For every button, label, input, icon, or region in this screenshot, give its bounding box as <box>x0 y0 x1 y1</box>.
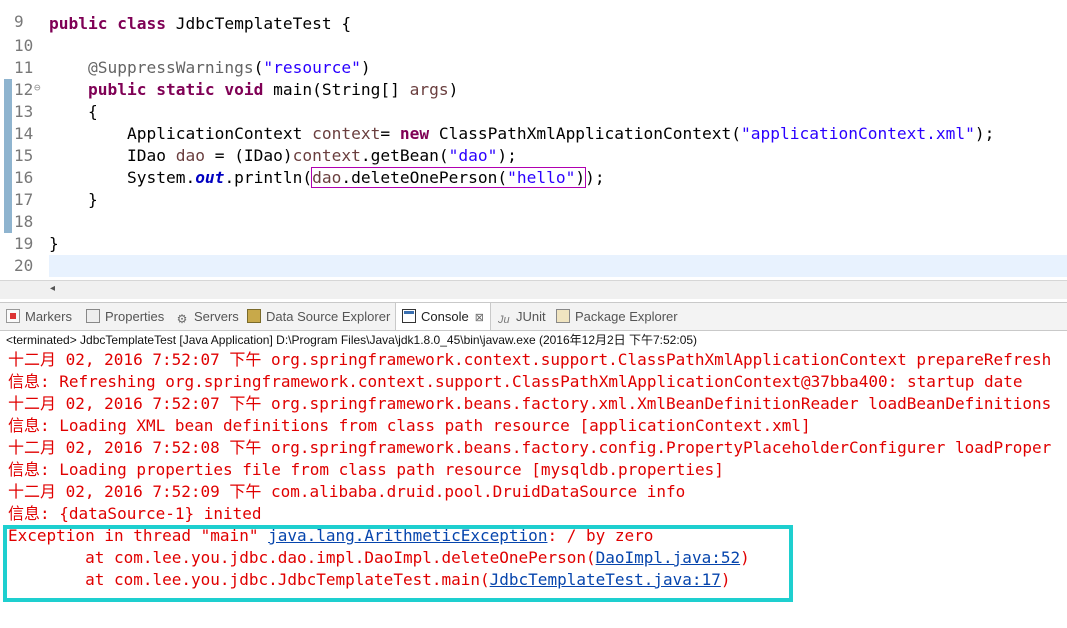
close-tab-icon[interactable]: ⊠ <box>475 312 484 324</box>
code-line[interactable]: 17 System.out.println(dao.deleteOnePerso… <box>0 167 1067 211</box>
console-line: 十二月 02, 2016 7:52:07 下午 org.springframew… <box>8 350 1052 369</box>
console-status-line: <terminated> JdbcTemplateTest [Java Appl… <box>6 333 698 347</box>
tab-label: Data Source Explorer <box>266 309 391 324</box>
code-line[interactable]: 16 IDao dao = (IDao)context.getBean("dao… <box>0 145 1067 189</box>
code-text: ApplicationContext context= new ClassPat… <box>49 124 995 143</box>
console-line: 信息: Loading XML bean definitions from cl… <box>8 416 811 435</box>
code-text: public class JdbcTemplateTest { <box>49 14 352 33</box>
code-line[interactable]: 14 { <box>0 101 1067 145</box>
code-line[interactable]: 12 ⊖ @SuppressWarnings("resource") <box>0 57 1067 101</box>
console-line: 十二月 02, 2016 7:52:07 下午 org.springframew… <box>8 394 1052 413</box>
console-line: 十二月 02, 2016 7:52:08 下午 org.springframew… <box>8 438 1052 457</box>
tab-label: Properties <box>105 309 165 324</box>
code-line[interactable]: 10 public class JdbcTemplateTest { <box>0 13 1067 55</box>
current-line-highlight <box>49 255 1067 277</box>
code-line[interactable]: 11 <box>0 35 1067 77</box>
database-icon <box>247 309 261 323</box>
tab-package-explorer[interactable]: Package Explorer <box>556 303 678 330</box>
console-line: 十二月 02, 2016 7:52:09 下午 com.alibaba.drui… <box>8 482 686 501</box>
console-output[interactable]: 十二月 02, 2016 7:52:07 下午 org.springframew… <box>0 349 1067 628</box>
code-text: public static void main(String[] args) <box>87 80 459 99</box>
package-icon <box>556 309 570 323</box>
horizontal-scrollbar[interactable]: ◂ <box>0 280 1067 299</box>
junit-icon: Ju <box>498 314 510 326</box>
tab-label: Console <box>421 309 469 324</box>
tab-label: Servers <box>194 309 239 324</box>
view-tab-bar: Markers Properties ⚙ Servers Data Source … <box>0 302 1067 331</box>
code-line-current[interactable]: 21 <box>0 255 1067 280</box>
code-line[interactable]: 13 public static void main(String[] args… <box>0 79 1067 123</box>
code-line[interactable]: 20 } <box>0 233 1067 275</box>
tab-data-source-explorer[interactable]: Data Source Explorer <box>247 303 390 330</box>
code-line[interactable]: 18 } <box>0 189 1067 233</box>
exception-highlight-box <box>3 525 793 602</box>
code-text: } <box>49 190 98 209</box>
code-text: } <box>49 234 59 253</box>
properties-icon <box>86 309 100 323</box>
console-line: 信息: {dataSource-1} inited <box>8 504 262 523</box>
markers-icon <box>6 309 20 323</box>
scroll-left-icon[interactable]: ◂ <box>50 283 55 294</box>
code-text: IDao dao = (IDao)context.getBean("dao"); <box>49 146 517 165</box>
servers-icon: ⚙ <box>176 312 188 326</box>
console-line: 信息: Loading properties file from class p… <box>8 460 724 479</box>
console-icon <box>402 309 416 323</box>
code-text: System.out.println(dao.deleteOnePerson("… <box>49 167 605 188</box>
code-line[interactable]: 19 <box>0 211 1067 253</box>
code-line[interactable]: 15 ApplicationContext context= new Class… <box>0 123 1067 167</box>
code-text: @SuppressWarnings("resource") <box>87 58 371 77</box>
tab-label: Package Explorer <box>575 309 678 324</box>
code-editor[interactable]: 9 10 public class JdbcTemplateTest { 11 … <box>0 0 1067 280</box>
tab-markers[interactable]: Markers <box>6 303 72 330</box>
code-text: { <box>49 102 98 121</box>
console-line: 信息: Refreshing org.springframework.conte… <box>8 372 1023 391</box>
code-line[interactable]: 9 <box>0 0 1067 31</box>
tab-junit[interactable]: Ju JUnit <box>498 303 546 330</box>
tab-label: Markers <box>25 309 72 324</box>
tab-console[interactable]: Console ⊠ <box>395 303 491 330</box>
tab-servers[interactable]: ⚙ Servers <box>175 303 239 330</box>
tab-properties[interactable]: Properties <box>86 303 164 330</box>
tab-label: JUnit <box>516 309 546 324</box>
